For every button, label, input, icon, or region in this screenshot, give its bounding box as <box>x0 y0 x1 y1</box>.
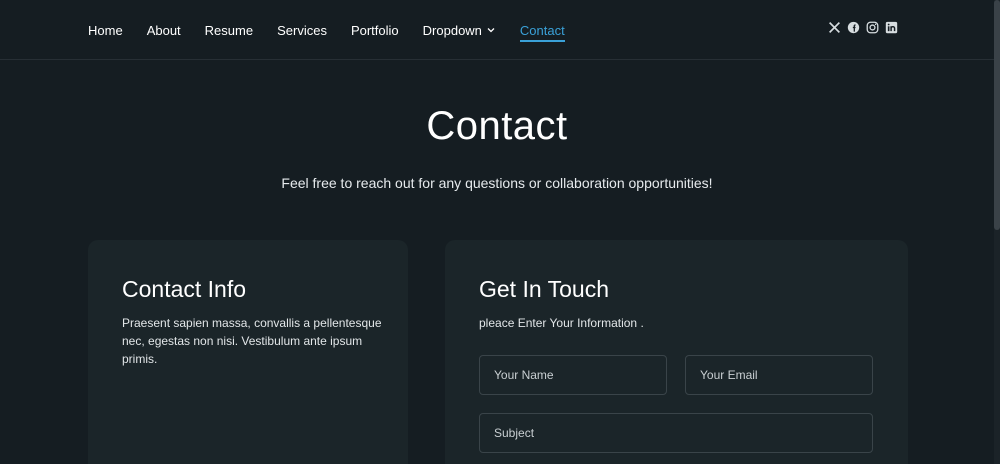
facebook-icon[interactable] <box>847 21 860 34</box>
name-field[interactable] <box>479 355 667 395</box>
site-header: Home About Resume Services Portfolio Dro… <box>0 0 994 60</box>
linkedin-icon[interactable] <box>885 21 898 34</box>
instagram-icon[interactable] <box>866 21 879 34</box>
nav-portfolio-label: Portfolio <box>350 22 399 38</box>
email-field[interactable] <box>685 355 873 395</box>
nav-dropdown-label: Dropdown <box>422 22 482 38</box>
nav-contact[interactable]: Contact <box>519 0 565 60</box>
nav-home-label: Home <box>88 22 123 38</box>
nav-resume[interactable]: Resume <box>205 0 253 60</box>
get-in-touch-subtitle: pleace Enter Your Information . <box>479 316 644 330</box>
nav-home[interactable]: Home <box>88 0 123 60</box>
social-links <box>828 21 898 34</box>
main-nav: Home About Resume Services Portfolio Dro… <box>88 0 589 60</box>
get-in-touch-heading: Get In Touch <box>479 276 609 302</box>
scrollbar-thumb[interactable] <box>994 0 1000 230</box>
page-subtitle: Feel free to reach out for any questions… <box>281 175 713 191</box>
chevron-down-icon <box>487 28 495 33</box>
nav-services-label: Services <box>277 22 327 38</box>
contact-info-heading: Contact Info <box>122 276 247 302</box>
page: Home About Resume Services Portfolio Dro… <box>0 0 1000 464</box>
nav-dropdown[interactable]: Dropdown <box>423 0 496 60</box>
contact-info-text: Praesent sapien massa, convallis a pelle… <box>122 316 382 366</box>
page-title: Contact <box>426 104 568 148</box>
nav-about-label: About <box>146 22 181 38</box>
nav-portfolio[interactable]: Portfolio <box>351 0 399 60</box>
nav-resume-label: Resume <box>204 22 254 38</box>
nav-services[interactable]: Services <box>277 0 327 60</box>
contact-info-card: Contact Info Praesent sapien massa, conv… <box>88 240 408 464</box>
get-in-touch-card: Get In Touch pleace Enter Your Informati… <box>445 240 908 464</box>
nav-about[interactable]: About <box>147 0 181 60</box>
nav-contact-label: Contact <box>519 22 565 38</box>
subject-field[interactable] <box>479 413 873 453</box>
x-icon[interactable] <box>828 21 841 34</box>
